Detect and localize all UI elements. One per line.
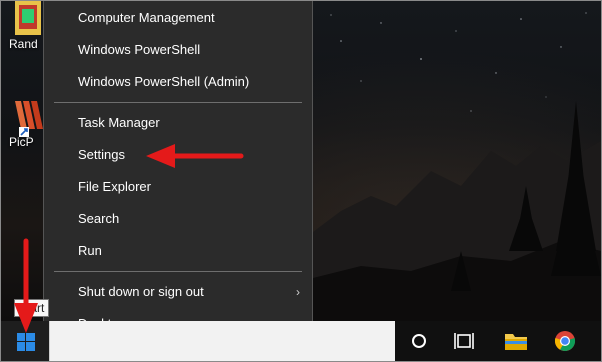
menu-item-settings[interactable]: Settings — [44, 140, 312, 170]
file-explorer-icon[interactable] — [494, 321, 538, 361]
winx-context-menu: Computer Management Windows PowerShell W… — [43, 1, 313, 347]
start-button[interactable] — [1, 321, 49, 361]
menu-item-file-explorer[interactable]: File Explorer — [44, 172, 312, 202]
menu-item-computer-management[interactable]: Computer Management — [44, 3, 312, 33]
menu-separator — [54, 102, 302, 103]
menu-item-windows-powershell[interactable]: Windows PowerShell — [44, 35, 312, 65]
menu-item-shut-down-or-sign-out[interactable]: Shut down or sign out › — [44, 277, 312, 307]
menu-separator — [54, 271, 302, 272]
mountain-silhouette — [301, 101, 601, 321]
picpick-app-icon — [13, 99, 45, 137]
taskbar — [1, 321, 601, 361]
start-tooltip: Start — [14, 299, 50, 317]
folder-icon — [13, 1, 45, 35]
taskbar-search-box[interactable] — [49, 321, 395, 361]
chrome-icon[interactable] — [543, 321, 587, 361]
menu-item-search[interactable]: Search — [44, 204, 312, 234]
menu-item-label: Shut down or sign out — [78, 284, 204, 299]
screen: Rand PicP Computer Management Windows Po… — [0, 0, 602, 362]
chevron-right-icon: › — [296, 285, 300, 299]
windows-logo-icon — [17, 333, 35, 351]
task-view-icon[interactable] — [442, 321, 486, 361]
cortana-circle-icon[interactable] — [397, 321, 441, 361]
menu-item-run[interactable]: Run — [44, 236, 312, 266]
menu-item-task-manager[interactable]: Task Manager — [44, 108, 312, 138]
menu-item-windows-powershell-admin[interactable]: Windows PowerShell (Admin) — [44, 67, 312, 97]
